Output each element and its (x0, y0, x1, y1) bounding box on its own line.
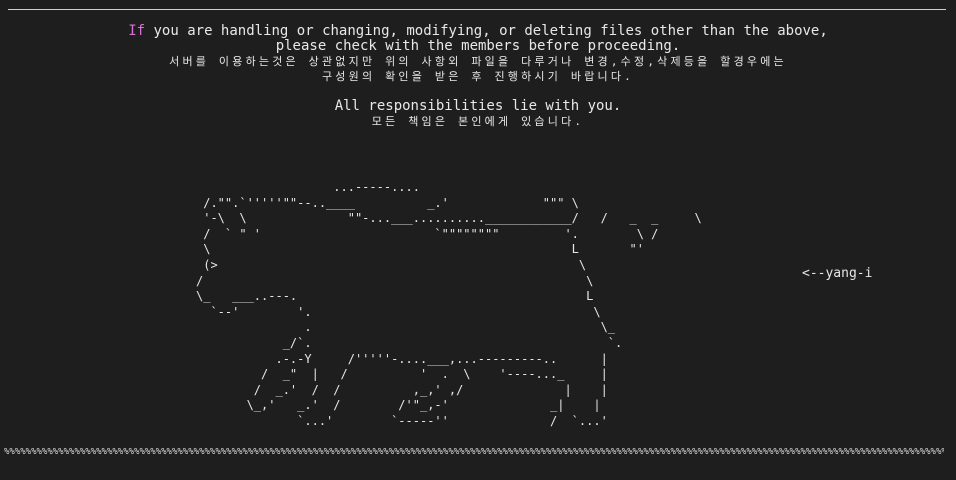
ascii-art-line: / \ (196, 273, 594, 288)
ascii-cat-art: ...-----.... /."".`'''''""--..____ _.' "… (0, 0, 956, 480)
ascii-art-line: ...-----.... (196, 180, 420, 194)
ascii-art-line: '-\ \ ""-...___..........____________/ /… (196, 211, 702, 226)
ascii-art-line: (> \ (196, 258, 587, 272)
ascii-art-line: / _.' / / ,_,' ,/ | | (196, 382, 608, 397)
ascii-art-line: _/`. `. (196, 336, 623, 350)
ascii-art-line: / _" | / ' . \ '----..._ | (196, 367, 608, 382)
ascii-art-line: / ` " ' `"""""""" '. \ / (196, 226, 659, 241)
ascii-art-line: .-.-Y /'''''-....___,...---------.. | (196, 351, 608, 366)
ascii-art-line: . \_ (196, 320, 616, 335)
ascii-art-line: /."".`'''''""--..____ _.' """ \ (196, 195, 579, 210)
ascii-art-line: \ L "' (196, 242, 644, 257)
author-signature: <--yang-i (802, 266, 873, 281)
ascii-art-line: `--' '. \ (196, 304, 601, 319)
bottom-divider: %%%%%%%%%%%%%%%%%%%%%%%%%%%%%%%%%%%%%%%%… (4, 447, 944, 457)
ascii-art-line: \_ ___..---. L (196, 289, 594, 304)
ascii-art-line: \_,' _.' / /'"_,-' _| | (196, 398, 601, 413)
ascii-art-line: `...' `-----'' / `...' (196, 414, 608, 428)
